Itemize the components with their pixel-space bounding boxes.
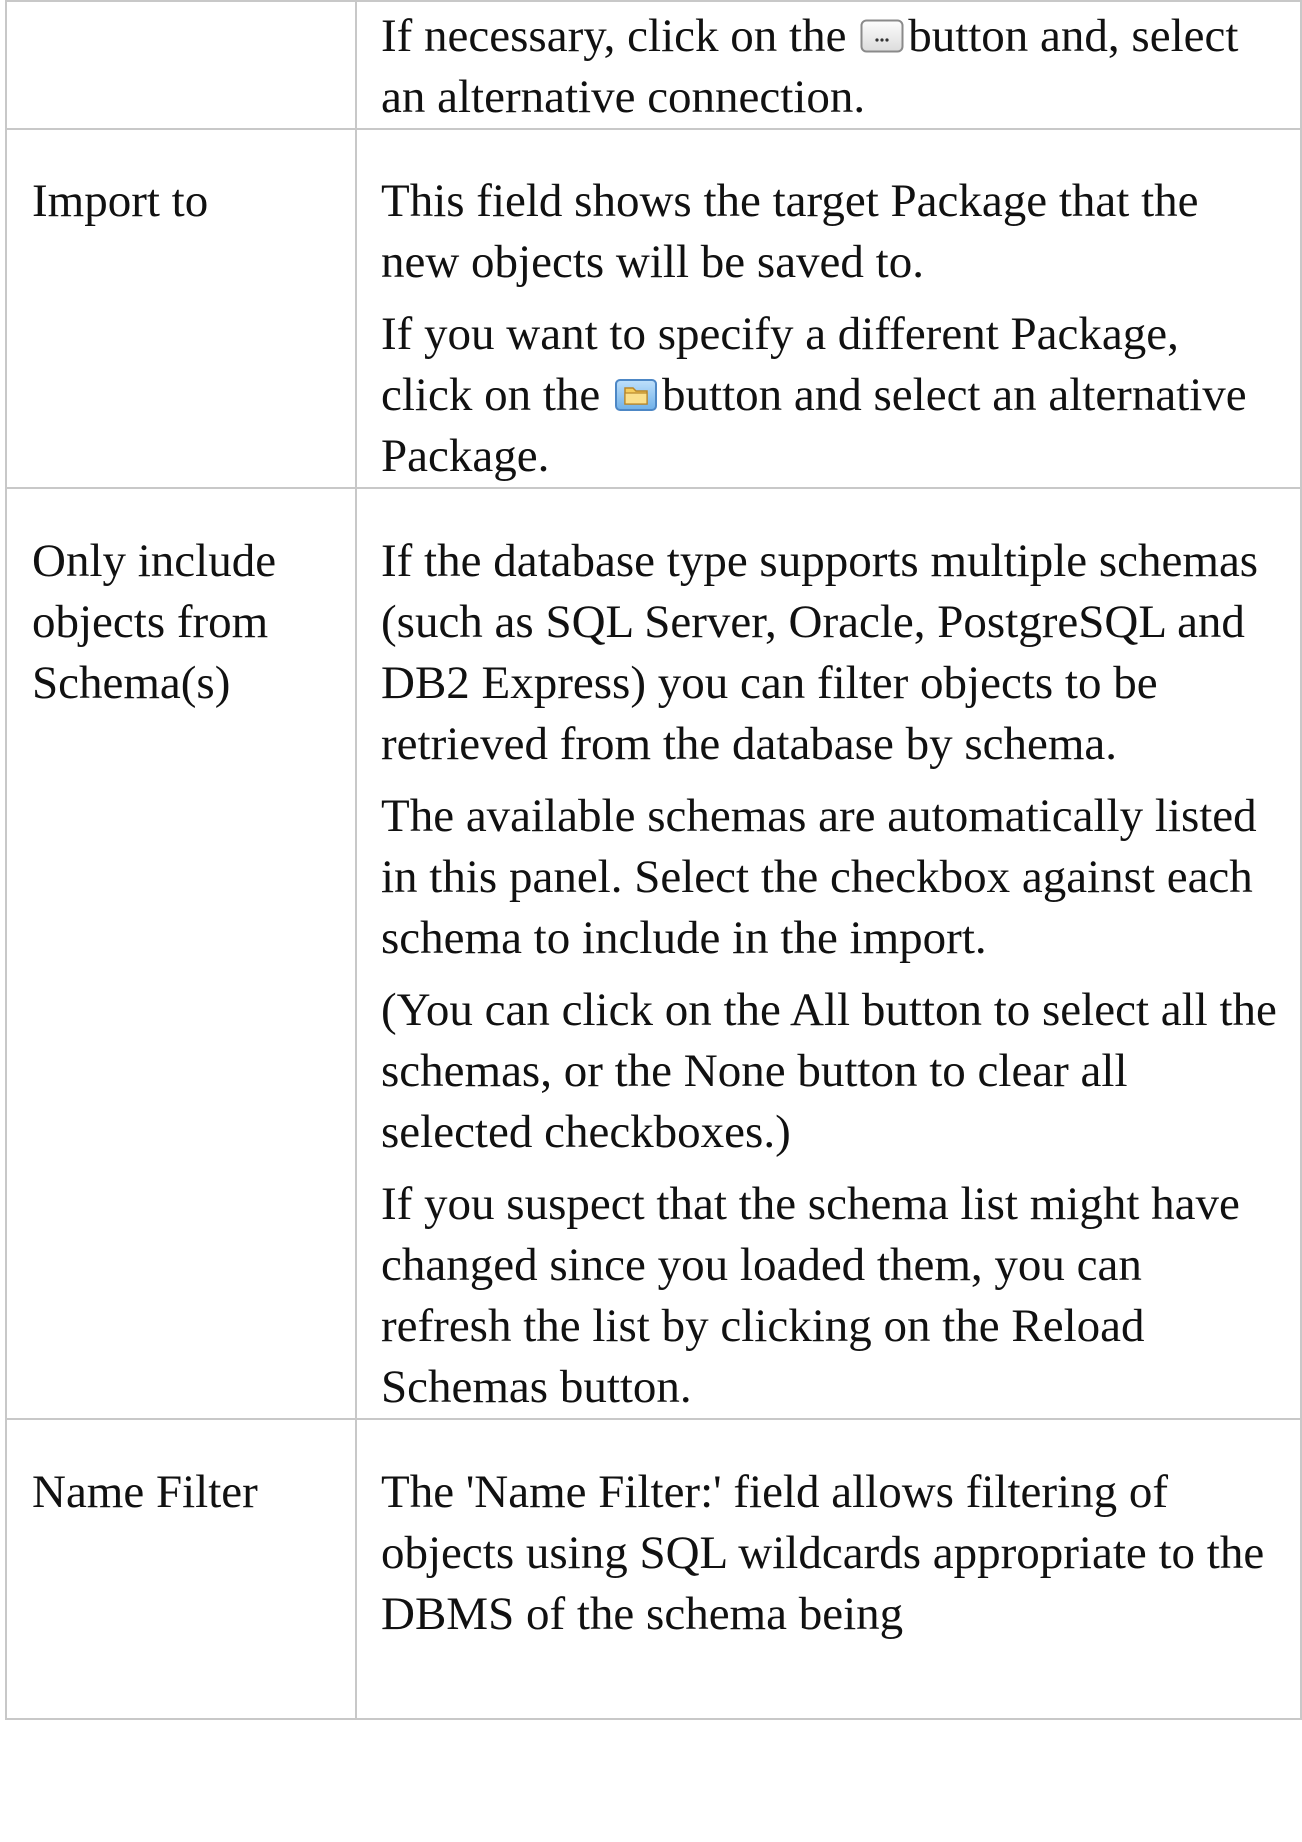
description-paragraph: If the database type supports multiple s… xyxy=(381,535,1259,770)
folder-browse-icon xyxy=(614,378,658,412)
ellipsis-button-icon xyxy=(860,19,904,53)
option-description-cell: If necessary, click on the button and, s… xyxy=(355,0,1302,130)
description-paragraph: The 'Name Filter:' field allows filterin… xyxy=(381,1466,1265,1640)
table-row: If necessary, click on the button and, s… xyxy=(5,0,1302,130)
option-description-cell: This field shows the target Package that… xyxy=(355,128,1302,489)
description-paragraph: This field shows the target Package that… xyxy=(381,175,1199,288)
option-name-cell: Import to xyxy=(5,128,357,489)
option-name: Name Filter xyxy=(32,1466,258,1518)
description-paragraph: (You can click on the All button to sele… xyxy=(381,984,1277,1158)
option-name: Import to xyxy=(32,175,209,227)
table-row: Name Filter The 'Name Filter:' field all… xyxy=(5,1418,1302,1720)
table-row: Import to This field shows the target Pa… xyxy=(5,128,1302,489)
option-name-cell: Only include objects from Schema(s) xyxy=(5,487,357,1420)
options-table: If necessary, click on the button and, s… xyxy=(5,0,1302,1720)
description-paragraph: If necessary, click on the button and, s… xyxy=(381,10,1239,123)
option-name: Only include objects from Schema(s) xyxy=(32,535,277,709)
description-paragraph: The available schemas are automatically … xyxy=(381,790,1257,964)
description-paragraph: If you want to specify a different Packa… xyxy=(381,308,1247,482)
option-description-cell: The 'Name Filter:' field allows filterin… xyxy=(355,1418,1302,1720)
description-paragraph: If you suspect that the schema list migh… xyxy=(381,1178,1240,1413)
option-name-cell: Name Filter xyxy=(5,1418,357,1720)
option-description-cell: If the database type supports multiple s… xyxy=(355,487,1302,1420)
table-row: Only include objects from Schema(s) If t… xyxy=(5,487,1302,1420)
option-name-cell xyxy=(5,0,357,130)
